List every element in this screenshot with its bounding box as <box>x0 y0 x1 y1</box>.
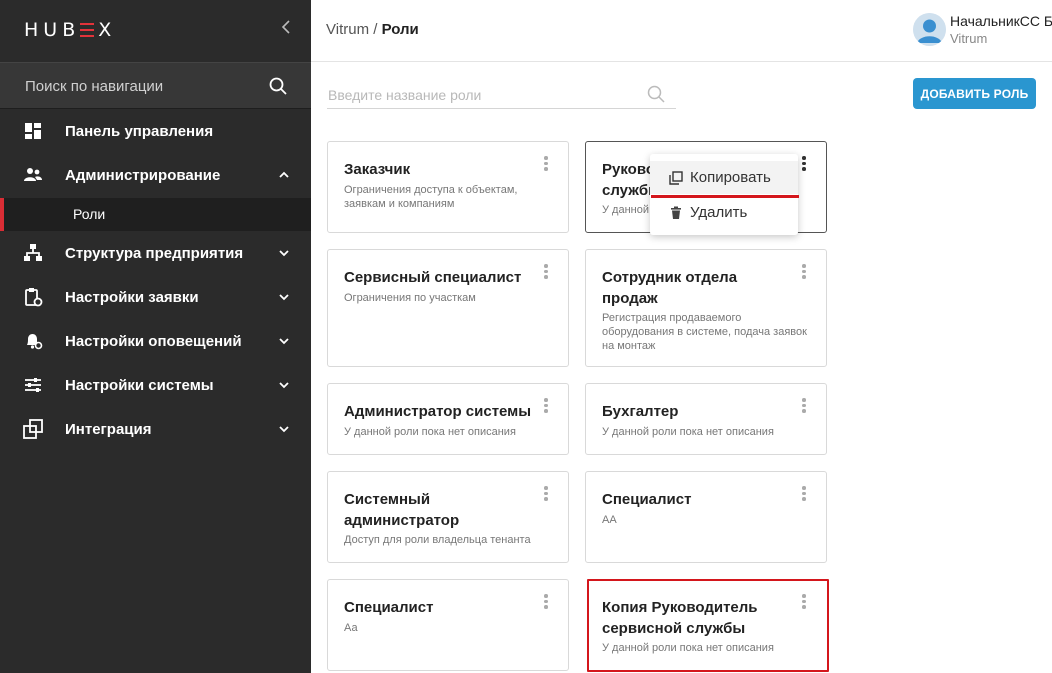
top-header: Vitrum / Роли НачальникСС Б Vitrum <box>311 0 1052 62</box>
sidebar-item-label: Панель управления <box>65 122 214 140</box>
nav-search-input[interactable]: Поиск по навигации <box>0 62 311 109</box>
avatar[interactable] <box>913 13 946 46</box>
nav-search-placeholder: Поиск по навигации <box>25 78 164 95</box>
more-vertical-icon[interactable] <box>543 156 549 172</box>
sidebar-item-request-settings[interactable]: Настройки заявки <box>0 275 311 319</box>
user-name[interactable]: НачальникСС Б <box>950 13 1052 29</box>
role-title: Специалист <box>602 491 692 508</box>
role-search-placeholder: Введите название роли <box>328 87 482 103</box>
breadcrumb: Vitrum / Роли <box>326 21 419 38</box>
more-vertical-icon[interactable] <box>801 398 807 414</box>
sidebar-item-notification-settings[interactable]: Настройки оповещений <box>0 319 311 363</box>
breadcrumb-parent[interactable]: Vitrum <box>326 21 369 38</box>
chevron-down-icon[interactable] <box>278 247 290 259</box>
menu-item-copy[interactable]: Копировать <box>650 161 798 194</box>
role-title: Сотрудник отдела продаж <box>602 269 738 307</box>
chevron-down-icon[interactable] <box>278 291 290 303</box>
chevron-down-icon[interactable] <box>278 379 290 391</box>
role-search-input[interactable]: Введите название роли <box>327 80 676 109</box>
role-description: Ограничения доступа к объектам, заявкам … <box>344 184 518 210</box>
role-card[interactable]: Бухгалтер У данной роли пока нет описани… <box>585 383 827 455</box>
user-organization: Vitrum <box>950 31 988 46</box>
sidebar-item-administration[interactable]: Администрирование <box>0 153 311 197</box>
sidebar-item-label: Структура предприятия <box>65 244 244 262</box>
role-description: У данной роли пока нет описания <box>602 642 774 654</box>
role-card-copied[interactable]: Копия Руководитель сервисной службы У да… <box>587 579 829 672</box>
sidebar-item-label: Интеграция <box>65 420 152 438</box>
sidebar: HUB X Поиск по навигации Панель управлен… <box>0 0 311 673</box>
bell-gear-icon <box>27 334 43 350</box>
chevron-down-icon[interactable] <box>278 423 290 435</box>
search-icon[interactable] <box>269 77 287 95</box>
more-vertical-icon[interactable] <box>801 264 807 280</box>
role-description: Ограничения по участкам <box>344 292 476 304</box>
logo-e-mark <box>80 22 95 39</box>
add-role-button[interactable]: ДОБАВИТЬ РОЛЬ <box>913 78 1036 109</box>
logo-text-x: X <box>98 19 117 41</box>
role-title: Системный администратор <box>344 491 460 529</box>
logo-text: HUB <box>24 19 81 41</box>
active-indicator <box>0 198 4 231</box>
sidebar-item-label: Настройки системы <box>65 376 214 394</box>
role-title: Администратор системы <box>344 403 532 420</box>
chevron-up-icon[interactable] <box>278 169 290 181</box>
trash-icon <box>671 206 681 219</box>
sidebar-item-label: Настройки заявки <box>65 288 199 306</box>
role-card[interactable]: Специалист АА <box>585 471 827 563</box>
org-structure-icon <box>24 244 42 261</box>
sidebar-item-system-settings[interactable]: Настройки системы <box>0 363 311 407</box>
role-card[interactable]: Системный администратор Доступ для роли … <box>327 471 569 563</box>
role-description: У данной роли пока нет описания <box>344 426 516 438</box>
sliders-icon <box>25 378 41 392</box>
integration-icon <box>23 419 43 439</box>
sidebar-item-label: Администрирование <box>65 166 221 184</box>
role-description: Аа <box>344 622 358 634</box>
more-vertical-icon[interactable] <box>543 594 549 610</box>
role-description: У данной роли пока нет описания <box>602 426 774 438</box>
sidebar-item-structure[interactable]: Структура предприятия <box>0 231 311 275</box>
menu-item-delete[interactable]: Удалить <box>650 196 798 229</box>
more-vertical-icon[interactable] <box>801 156 807 172</box>
menu-item-label: Копировать <box>690 169 771 186</box>
role-card[interactable]: Администратор системы У данной роли пока… <box>327 383 569 455</box>
sidebar-item-integration[interactable]: Интеграция <box>0 407 311 451</box>
sidebar-item-dashboard[interactable]: Панель управления <box>0 109 311 153</box>
annotation-underline <box>651 195 799 198</box>
role-description: АА <box>602 514 617 526</box>
search-icon[interactable] <box>647 85 665 103</box>
hubex-logo[interactable]: HUB X <box>24 18 116 42</box>
role-title: Бухгалтер <box>602 403 679 420</box>
clipboard-gear-icon <box>25 288 43 307</box>
more-vertical-icon[interactable] <box>543 486 549 502</box>
role-card[interactable]: Заказчик Ограничения доступа к объектам,… <box>327 141 569 233</box>
sidebar-subitem-roles[interactable]: Роли <box>0 198 311 231</box>
chevron-left-icon[interactable] <box>281 19 291 35</box>
more-vertical-icon[interactable] <box>801 486 807 502</box>
role-card[interactable]: Специалист Аа <box>327 579 569 671</box>
chevron-down-icon[interactable] <box>278 335 290 347</box>
copy-icon <box>669 170 683 185</box>
role-title: Сервисный специалист <box>344 269 522 286</box>
role-description: Доступ для роли владельца тенанта <box>344 534 531 546</box>
breadcrumb-separator: / <box>369 21 382 38</box>
breadcrumb-current: Роли <box>381 21 419 38</box>
role-title: Специалист <box>344 599 434 616</box>
more-vertical-icon[interactable] <box>543 264 549 280</box>
menu-item-label: Удалить <box>690 204 748 221</box>
role-card[interactable]: Сервисный специалист Ограничения по учас… <box>327 249 569 367</box>
dashboard-icon <box>25 123 41 139</box>
user-avatar-icon <box>913 13 946 46</box>
role-title: Копия Руководитель сервисной службы <box>602 599 758 637</box>
more-vertical-icon[interactable] <box>543 398 549 414</box>
role-title: Заказчик <box>344 161 411 178</box>
more-vertical-icon[interactable] <box>801 594 807 610</box>
role-description: Регистрация продаваемого оборудования в … <box>602 312 807 352</box>
sidebar-subitem-label: Роли <box>73 206 106 222</box>
role-card[interactable]: Сотрудник отдела продаж Регистрация прод… <box>585 249 827 367</box>
users-icon <box>24 168 42 181</box>
sidebar-item-label: Настройки оповещений <box>65 332 242 350</box>
